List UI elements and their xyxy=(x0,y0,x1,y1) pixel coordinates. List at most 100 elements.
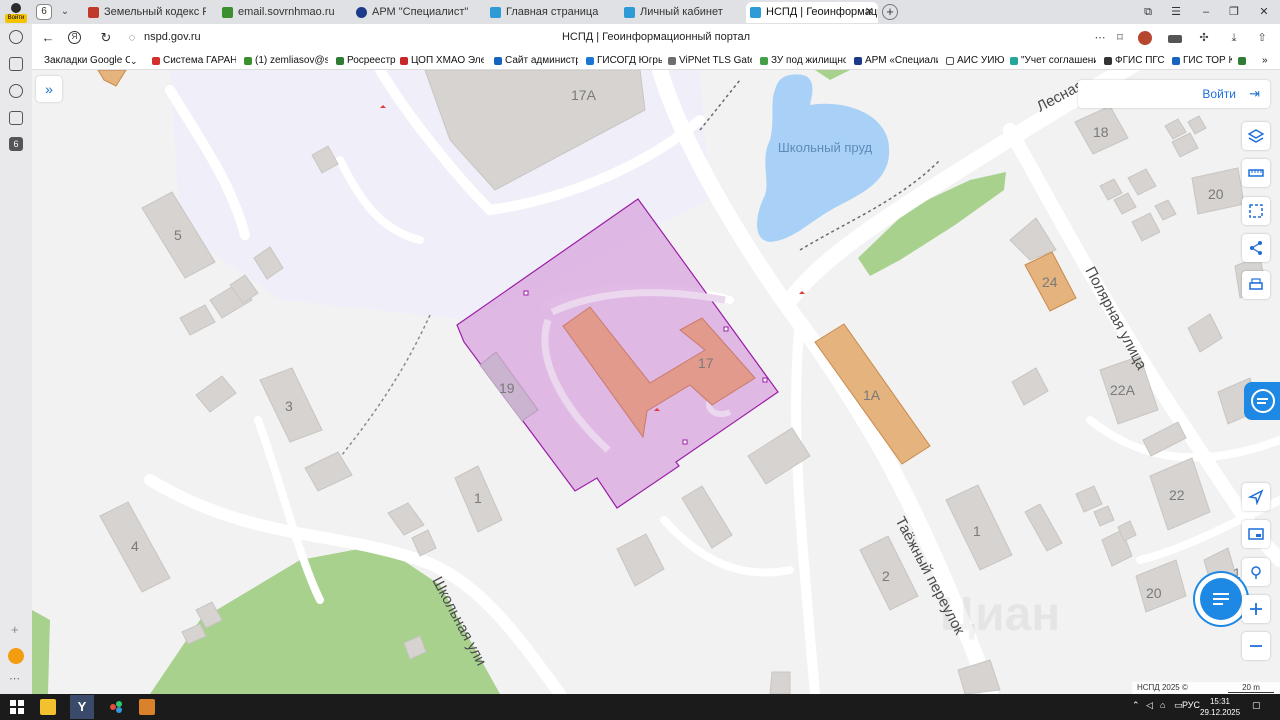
windows-start-icon[interactable] xyxy=(9,699,25,715)
label-3: 3 xyxy=(285,398,293,414)
bookmark-favicon xyxy=(1104,57,1112,65)
map-view[interactable]: 17А 17 19 5 3 1 4 18 20 24 22А 22 1А 1 2… xyxy=(32,70,1280,694)
bookmark-gis-tor[interactable]: ГИС ТОР КН xyxy=(1172,54,1232,68)
notes-icon[interactable] xyxy=(9,57,23,71)
clock[interactable]: 15:31 29.12.2025 xyxy=(1200,696,1240,718)
bookmark-favicon xyxy=(1238,57,1246,65)
site-info-icon[interactable]: ◌ xyxy=(124,30,140,46)
bookmark-email[interactable]: (1) zemliasov@so xyxy=(244,54,328,68)
language-indicator[interactable]: РУС xyxy=(1182,700,1200,710)
tab-zemelny-kodeks[interactable]: Земельный кодекс Росси xyxy=(84,2,206,23)
extension-icon[interactable] xyxy=(1168,35,1182,43)
app-icon[interactable] xyxy=(108,699,124,715)
tab-nspd[interactable]: НСПД | Геоинформаци ✕ xyxy=(746,2,878,23)
tab-counter-icon[interactable]: 6 xyxy=(9,137,23,151)
documents-app-icon[interactable] xyxy=(139,699,155,715)
downloads-icon[interactable]: ⤓ xyxy=(1226,30,1242,46)
bookmark-favicon xyxy=(152,57,160,65)
history-icon[interactable] xyxy=(9,30,23,44)
zoom-in-button[interactable] xyxy=(1242,595,1270,623)
geo-search-button[interactable] xyxy=(1242,558,1270,586)
bookmark-garant[interactable]: Система ГАРАНТ xyxy=(152,54,236,68)
extension-icon[interactable] xyxy=(1138,31,1152,45)
chat-button[interactable] xyxy=(1200,578,1242,620)
assistant-icon[interactable] xyxy=(8,648,24,664)
share-icon[interactable]: ⇧ xyxy=(1254,30,1270,46)
label-17a: 17А xyxy=(571,87,597,103)
expand-panel-button[interactable]: » xyxy=(36,76,62,102)
print-button[interactable] xyxy=(1242,271,1270,299)
yandex-icon[interactable]: Я xyxy=(68,31,81,44)
bookmark-fgis[interactable]: ФГИС ПГС xyxy=(1104,54,1170,68)
measure-button[interactable] xyxy=(1242,159,1270,187)
tab-main-page[interactable]: Главная страница xyxy=(486,2,608,23)
bookmark-label: Система ГАРАНТ xyxy=(163,55,236,66)
site-icon xyxy=(490,7,501,18)
tab-email[interactable]: email.sovrnhmao.ru xyxy=(218,2,340,23)
url-field[interactable]: nspd.gov.ru xyxy=(144,31,201,43)
network-icon[interactable]: ⌂ xyxy=(1160,700,1165,710)
close-window-icon[interactable]: ✕ xyxy=(1256,4,1272,20)
reload-icon[interactable]: ↻ xyxy=(98,30,114,46)
selection-icon xyxy=(1249,204,1263,218)
bookmark-panel-icon[interactable]: ⧉ xyxy=(1140,4,1156,20)
label-17: 17 xyxy=(698,355,714,371)
arm-icon xyxy=(356,7,367,18)
bookmark-uchet[interactable]: "Учет соглашени xyxy=(1010,54,1096,68)
menu-icon[interactable]: ☰ xyxy=(1168,4,1184,20)
add-icon[interactable]: + xyxy=(11,622,19,637)
bookmark-admin-site[interactable]: Сайт администра xyxy=(494,54,578,68)
taskbar: Y ⌃ ◁ ⌂ ▭ РУС 15:31 29.12.2025 ▢ xyxy=(0,694,1280,720)
tab-personal-cabinet[interactable]: Личный кабинет xyxy=(620,2,742,23)
close-tab-icon[interactable]: ✕ xyxy=(865,2,874,23)
login-icon: ⇥ xyxy=(1249,86,1260,101)
minimize-icon[interactable]: – xyxy=(1198,4,1214,20)
bookmark-rosreestr[interactable]: Росреестр xyxy=(336,54,396,68)
restore-icon[interactable]: ❐ xyxy=(1226,4,1242,20)
label-1-right: 1 xyxy=(973,523,981,539)
login-button[interactable]: Войти ⇥ xyxy=(1078,80,1270,108)
bookmark-arm[interactable]: АРМ «Специалис xyxy=(854,54,938,68)
minimap-button[interactable] xyxy=(1242,520,1270,548)
tab-label: Личный кабинет xyxy=(640,6,723,18)
tab-count-button[interactable]: 6 xyxy=(36,4,52,20)
select-area-button[interactable] xyxy=(1242,197,1270,225)
locate-button[interactable] xyxy=(1242,483,1270,511)
more-icon[interactable]: ⋯ xyxy=(1092,30,1108,46)
play-icon[interactable] xyxy=(9,84,23,98)
clock-date: 29.12.2025 xyxy=(1200,708,1241,717)
label-22a: 22А xyxy=(1110,382,1136,398)
back-icon[interactable]: ← xyxy=(40,30,56,46)
profile-label: Войти xyxy=(5,14,27,23)
bookmark-icon[interactable]: ⌑ xyxy=(1112,30,1128,46)
bookmarks-overflow-icon[interactable]: » xyxy=(1262,54,1272,68)
collections-icon[interactable] xyxy=(9,111,23,125)
tab-arm-specialist[interactable]: АРМ "Специалист" xyxy=(352,2,474,23)
layers-button[interactable] xyxy=(1242,122,1270,150)
bookmark-ais[interactable]: АИС УИЮ xyxy=(946,54,1006,68)
map-canvas[interactable]: 17А 17 19 5 3 1 4 18 20 24 22А 22 1А 1 2… xyxy=(32,70,1280,694)
bookmark-gisogd[interactable]: ГИСОГД Югры xyxy=(586,54,662,68)
file-explorer-icon[interactable] xyxy=(40,699,56,715)
share-icon xyxy=(1250,241,1262,255)
volume-icon[interactable]: ◁ xyxy=(1146,700,1153,711)
support-chat-tab[interactable] xyxy=(1244,382,1280,420)
new-tab-button[interactable]: + xyxy=(882,4,898,20)
yandex-browser-icon[interactable]: Y xyxy=(70,695,94,719)
tray-expand-icon[interactable]: ⌃ xyxy=(1132,700,1140,711)
notifications-icon[interactable]: ▢ xyxy=(1252,700,1261,711)
share-button[interactable] xyxy=(1242,234,1270,262)
bookmark-cop[interactable]: ЦОП ХМАО Элек xyxy=(400,54,484,68)
bookmark-favicon xyxy=(946,57,954,65)
more-icon[interactable]: ⋯ xyxy=(9,672,20,685)
puzzle-icon[interactable]: ✣ xyxy=(1196,30,1212,46)
zoom-out-button[interactable] xyxy=(1242,632,1270,660)
label-2: 2 xyxy=(882,568,890,584)
bookmark-vipnet[interactable]: ViPNet TLS Gatew xyxy=(668,54,752,68)
bookmark-google[interactable]: Закладки Google Ch xyxy=(44,54,130,68)
bookmark-zu[interactable]: ЗУ под жилищнос xyxy=(760,54,846,68)
chevron-down-icon[interactable]: ⌄ xyxy=(58,4,72,20)
profile-button[interactable]: Войти xyxy=(4,2,28,24)
chevron-down-icon[interactable]: ⌄ xyxy=(130,54,140,68)
bookmark-more[interactable] xyxy=(1238,54,1250,68)
